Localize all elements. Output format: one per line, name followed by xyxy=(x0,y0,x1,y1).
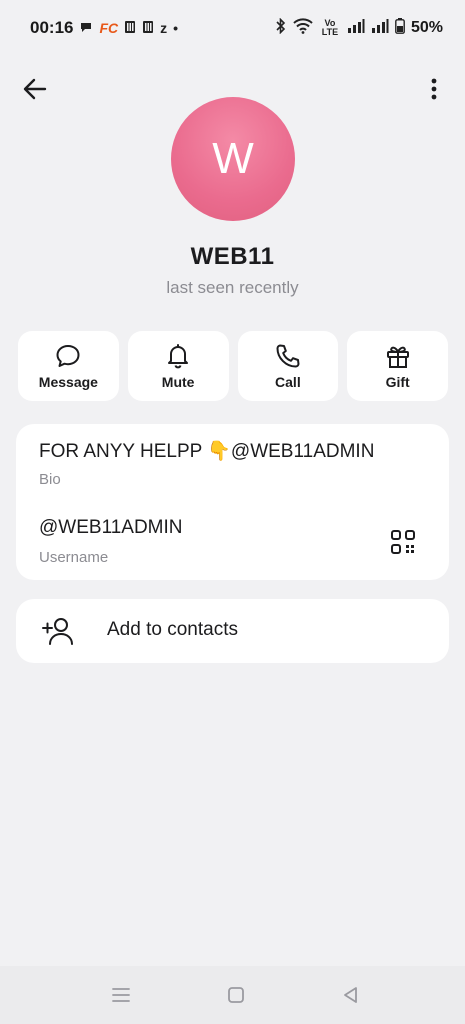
more-vertical-icon xyxy=(431,78,437,100)
z-notification-icon: z xyxy=(160,20,168,36)
username-text[interactable]: @WEB11ADMIN xyxy=(39,517,183,539)
chat-notification-icon xyxy=(79,20,93,37)
app-notification-icon xyxy=(124,20,136,37)
message-label: Message xyxy=(38,374,98,390)
dot-indicator: • xyxy=(173,20,179,36)
status-bar: 00:16 FC z • Vo LTE 50% xyxy=(0,0,465,56)
recents-button[interactable] xyxy=(110,984,132,1006)
gift-label: Gift xyxy=(385,374,410,390)
back-button[interactable] xyxy=(18,72,52,106)
triangle-back-icon xyxy=(344,987,357,1003)
battery-level: 50% xyxy=(410,19,443,36)
add-person-icon xyxy=(42,618,73,645)
message-button[interactable]: Message xyxy=(18,331,119,401)
call-label: Call xyxy=(275,374,301,390)
volte-indicator: Vo LTE xyxy=(321,18,339,37)
bell-icon xyxy=(168,344,189,369)
more-options-button[interactable] xyxy=(417,72,451,106)
last-seen-status: last seen recently xyxy=(166,278,299,297)
mute-button[interactable]: Mute xyxy=(127,331,229,401)
bio-text[interactable]: FOR ANYY HELPP 👇@WEB11ADMIN xyxy=(39,439,374,463)
avatar-letter: W xyxy=(212,134,254,183)
username-caption: Username xyxy=(39,549,109,566)
message-icon xyxy=(56,345,80,367)
signal-icon xyxy=(347,18,365,38)
signal-icon xyxy=(371,18,389,38)
action-buttons: Message Mute Call Gift xyxy=(18,331,448,401)
add-to-contacts-button[interactable]: Add to contacts xyxy=(16,599,449,663)
status-time: 00:16 xyxy=(30,18,74,37)
app-notification-icon xyxy=(142,20,154,37)
gift-icon xyxy=(386,346,409,368)
profile-name: WEB11 xyxy=(190,243,275,270)
wifi-icon xyxy=(293,17,313,39)
home-button[interactable] xyxy=(225,984,247,1006)
battery-icon xyxy=(395,17,405,39)
qr-code-button[interactable] xyxy=(389,528,417,556)
arrow-left-icon xyxy=(23,78,47,100)
bluetooth-icon xyxy=(275,17,287,39)
square-icon xyxy=(228,987,244,1003)
qr-code-icon xyxy=(391,530,415,554)
status-right: Vo LTE 50% xyxy=(275,17,443,39)
back-nav-button[interactable] xyxy=(340,984,362,1006)
call-button[interactable]: Call xyxy=(237,331,339,401)
avatar[interactable]: W xyxy=(171,97,295,221)
info-card: FOR ANYY HELPP 👇@WEB11ADMIN Bio @WEB11AD… xyxy=(16,424,449,580)
phone-icon xyxy=(276,344,300,368)
status-left: 00:16 FC z • xyxy=(30,18,178,38)
system-nav-bar xyxy=(0,966,465,1024)
fc-notification-icon: FC xyxy=(99,20,119,36)
menu-icon xyxy=(112,988,130,1002)
mute-label: Mute xyxy=(161,374,195,390)
gift-button[interactable]: Gift xyxy=(347,331,448,401)
add-to-contacts-label: Add to contacts xyxy=(107,619,238,640)
bio-caption: Bio xyxy=(39,471,61,488)
